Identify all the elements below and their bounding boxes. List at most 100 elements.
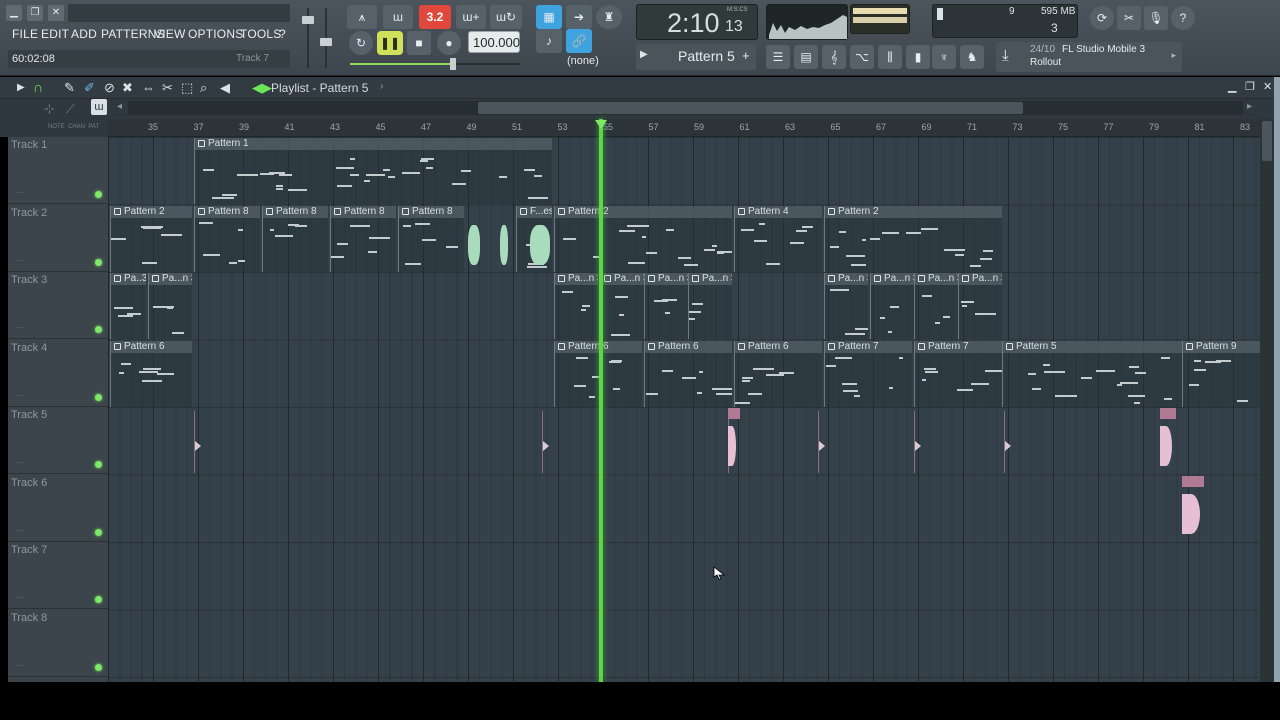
automation-marker[interactable] (914, 411, 921, 473)
pattern-prev-arrow-icon[interactable]: ▶ (640, 49, 648, 60)
pattern-clip[interactable]: Pa..3 (110, 273, 146, 339)
draw-tool-icon[interactable]: ✎ (64, 80, 75, 96)
metronome-mode-icon[interactable]: ⩚ (347, 5, 377, 29)
automation-marker[interactable] (542, 411, 549, 473)
slip-tool-icon[interactable]: ⇔ (142, 80, 155, 95)
track-mute-led[interactable] (95, 663, 102, 671)
clip-header[interactable]: Pattern 6 (735, 340, 822, 353)
pattern-clip[interactable]: Pattern 2 (110, 205, 192, 272)
pattern-arrow-icon[interactable]: ◀▶ (252, 80, 272, 96)
clip-header[interactable]: Pa..3 (111, 273, 146, 285)
news-panel[interactable]: ⤓ 24/10 FL Studio Mobile 3 Rollout ▸ (996, 42, 1182, 72)
audio-clip[interactable] (1160, 408, 1176, 470)
clip-header[interactable]: Pa...n 3 (149, 273, 192, 285)
overview-tool-icon[interactable]: ⊹ (44, 101, 55, 117)
playlist-grid[interactable]: Pattern 1 Pattern 2 Pattern 8 Pattern 8 Patt… (108, 137, 1260, 682)
track-mute-led[interactable] (95, 393, 102, 401)
track-header[interactable]: Track 4 ⋯ (8, 339, 108, 407)
link-icon[interactable]: 🔗 (566, 29, 592, 53)
pattern-clip[interactable]: Pattern 6 (554, 340, 642, 407)
track-header[interactable]: Track 2 ⋯ (8, 204, 108, 272)
pattern-clip[interactable]: Pattern 4 (734, 205, 822, 272)
vertical-scrollbar[interactable] (1260, 119, 1274, 682)
clip-header[interactable]: Pa...n 3 (959, 273, 1002, 285)
pattern-clip[interactable]: Pattern 8 (330, 205, 396, 272)
song-mode-icon[interactable]: ➔ (566, 5, 592, 29)
select-tool-icon[interactable]: ⬚ (181, 80, 193, 96)
clip-header[interactable]: Pattern 8 (195, 205, 260, 218)
pattern-clip[interactable]: Pattern 7 (914, 340, 1002, 407)
clip-header[interactable]: Pattern 1 (195, 138, 552, 150)
pattern-clip[interactable]: Pattern 6 (734, 340, 822, 407)
playhead[interactable] (599, 119, 603, 682)
clip-header[interactable]: Pa...n 3 (871, 273, 914, 285)
pattern-clip[interactable]: Pattern 2 (554, 205, 732, 272)
stop-button[interactable]: ■ (407, 31, 431, 55)
microphone-icon[interactable]: 🎙 (1144, 6, 1168, 30)
clip-header[interactable]: Pa...n 3 (555, 273, 598, 285)
channel-rack-icon[interactable]: ▤ (794, 45, 818, 69)
loop-record-icon[interactable]: ɯ↻ (490, 5, 522, 29)
delete-tool-icon[interactable]: ⊘ (104, 80, 115, 96)
audio-clip[interactable] (728, 408, 740, 470)
track-header[interactable]: Track 7 ⋯ (8, 542, 108, 609)
piano-keys-icon[interactable]: ɯ (91, 99, 107, 115)
step-edit-icon[interactable]: ɯ+ (456, 5, 486, 29)
track-grip-icon[interactable]: ⋯ (16, 458, 24, 467)
track-grip-icon[interactable]: ⋯ (16, 391, 24, 400)
automation-marker[interactable] (1004, 411, 1011, 473)
master-volume-slider[interactable] (302, 8, 314, 68)
pattern-clip[interactable]: Pa...n 3 (554, 273, 598, 339)
clip-header[interactable]: Pa...n 3 (825, 273, 868, 285)
performance-icon[interactable]: ♞ (960, 45, 984, 69)
cut-icon[interactable]: ✂ (1117, 6, 1141, 30)
clip-header[interactable]: Pattern 5 (1003, 340, 1182, 353)
menu-help[interactable]: ? (279, 24, 286, 44)
clip-header[interactable]: Pattern 9 (1183, 340, 1260, 353)
record-button[interactable]: ● (437, 31, 461, 55)
playlist-minimize-icon[interactable]: ▁ (1228, 80, 1236, 93)
piano-roll-icon[interactable]: 𝄞 (822, 45, 846, 69)
time-display[interactable]: 2:10 13 M:S:CS (636, 4, 758, 40)
pattern-clip[interactable]: Pattern 7 (824, 340, 912, 407)
clip-header[interactable]: Pattern 7 (825, 340, 912, 353)
track-mute-led[interactable] (95, 461, 102, 468)
song-position-slider[interactable] (350, 58, 520, 70)
plugin-icon[interactable]: ♆ (932, 45, 956, 69)
track-mute-led[interactable] (95, 258, 102, 266)
track-grip-icon[interactable]: ⋯ (16, 526, 24, 535)
snap-mode-select[interactable]: (none) (562, 53, 622, 69)
magnet-snap-icon[interactable]: ∩ (33, 79, 43, 95)
pattern-clip[interactable]: Pa...n 3 (958, 273, 1002, 339)
pattern-clip[interactable]: Pa...n 3 (914, 273, 958, 339)
clip-header[interactable]: Pattern 2 (555, 205, 732, 218)
pattern-clip[interactable]: Pa...n 3 (600, 273, 644, 339)
playlist-maximize-icon[interactable]: ❐ (1245, 80, 1255, 93)
menu-add[interactable]: ADD (71, 24, 97, 44)
wait-input-icon[interactable]: ɯ (383, 5, 413, 29)
menu-edit[interactable]: EDIT (41, 24, 69, 44)
track-header[interactable]: Track 8 ⋯ (8, 609, 108, 677)
pattern-clip[interactable]: Pa...n 3 (824, 273, 868, 339)
track-grip-icon[interactable]: ⋯ (16, 188, 24, 197)
chevron-right-icon[interactable]: ▸ (1171, 50, 1176, 61)
track-header[interactable]: Track 6 ⋯ (8, 474, 108, 542)
menu-view[interactable]: VIEW (154, 24, 185, 44)
timeline-ruler[interactable]: 35 37 39 41 43 45 47 49 51 53 55 57 59 61 63 65 67 69 71 73… (108, 119, 1260, 137)
undo-history-icon[interactable]: ⟳ (1090, 6, 1114, 30)
overview-tool2-icon[interactable]: ⟋ (66, 101, 75, 117)
slice-tool-icon[interactable]: ✂ (162, 80, 173, 96)
clip-header[interactable]: Pattern 6 (111, 340, 192, 353)
horizontal-scrollbar[interactable] (128, 101, 1243, 115)
track-grip-icon[interactable]: ⋯ (16, 661, 24, 670)
automation-marker[interactable] (194, 411, 201, 473)
track-grip-icon[interactable]: ⋯ (16, 323, 24, 332)
clip-header[interactable]: Pattern 6 (645, 340, 732, 353)
pattern-clip[interactable]: Pa...n 3 (688, 273, 732, 339)
scroll-left-icon[interactable]: ◂ (117, 101, 122, 112)
close-icon[interactable]: ✕ (48, 5, 64, 21)
project-icon[interactable]: ▮ (906, 45, 930, 69)
pattern-clip[interactable]: Pattern 1 (194, 138, 552, 204)
track-header[interactable]: Track 1 ⋯ (8, 137, 108, 204)
pattern-clip[interactable]: Pattern 8 (194, 205, 260, 272)
